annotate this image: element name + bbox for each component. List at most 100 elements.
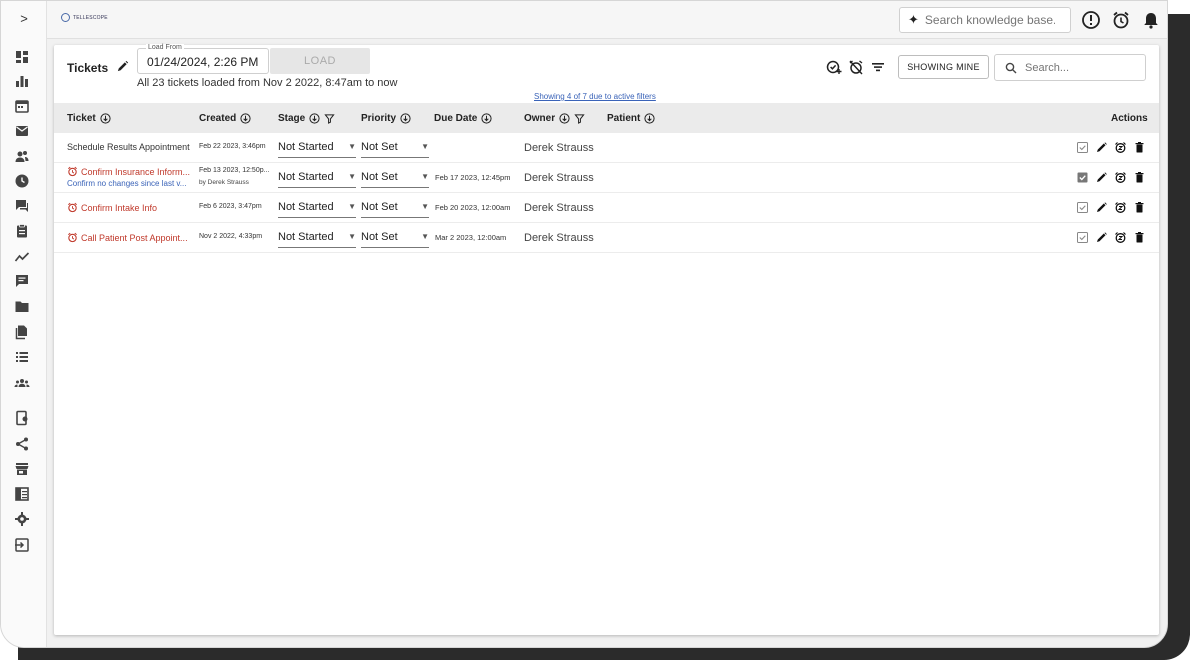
knowledge-base-input[interactable]: [924, 13, 1055, 27]
priority-select[interactable]: Not Set ▼: [361, 166, 429, 188]
col-ticket[interactable]: Ticket: [67, 113, 111, 124]
analytics-icon[interactable]: [14, 73, 30, 89]
priority-select[interactable]: Not Set ▼: [361, 226, 429, 248]
store-icon[interactable]: [14, 461, 30, 477]
mark-complete-icon[interactable]: [1076, 141, 1089, 154]
messages-icon[interactable]: [14, 273, 30, 289]
sort-icon[interactable]: [240, 113, 251, 124]
filter-list-icon[interactable]: [870, 59, 886, 75]
tickets-card: Tickets Load From 01/24/2024, 2:26 PM LO…: [54, 44, 1159, 635]
settings-icon[interactable]: [14, 511, 30, 527]
stage-select[interactable]: Not Started ▼: [278, 166, 356, 188]
ticket-title-text: Confirm Insurance Inform...: [81, 167, 191, 177]
snooze-alarm-icon[interactable]: [1114, 231, 1127, 244]
forms-icon[interactable]: [14, 223, 30, 239]
ticket-title[interactable]: Confirm Insurance Inform...: [67, 166, 197, 177]
logo-text: TELLESCOPE: [73, 14, 108, 21]
alert-icon[interactable]: [1081, 10, 1101, 30]
contacts-icon[interactable]: [14, 148, 30, 164]
folder-icon[interactable]: [14, 298, 30, 314]
col-priority-label: Priority: [361, 113, 397, 124]
sort-icon[interactable]: [644, 113, 655, 124]
tickets-clock-icon[interactable]: [14, 173, 30, 189]
owner-name[interactable]: Derek Strauss: [524, 202, 604, 214]
col-due-date[interactable]: Due Date: [434, 113, 492, 124]
mark-complete-icon[interactable]: [1076, 201, 1089, 214]
chevron-down-icon: ▼: [421, 172, 429, 181]
delete-trash-icon[interactable]: [1133, 171, 1146, 184]
ticket-title[interactable]: Call Patient Post Appoint...: [67, 232, 197, 243]
priority-select[interactable]: Not Set ▼: [361, 196, 429, 218]
filter-funnel-icon[interactable]: [574, 113, 585, 124]
owner-name[interactable]: Derek Strauss: [524, 232, 604, 244]
documents-icon[interactable]: [14, 324, 30, 340]
mark-complete-icon[interactable]: [1076, 231, 1089, 244]
col-stage[interactable]: Stage: [278, 113, 335, 124]
sort-icon[interactable]: [400, 113, 411, 124]
table-row[interactable]: Confirm Intake Info Feb 6 2023, 3:47pm Not…: [54, 193, 1159, 223]
calendar-icon[interactable]: [14, 98, 30, 114]
mark-complete-icon[interactable]: [1076, 171, 1089, 184]
filter-funnel-icon[interactable]: [324, 113, 335, 124]
table-row[interactable]: Confirm Insurance Inform... Confirm no ch…: [54, 163, 1159, 193]
edit-title-pencil-icon[interactable]: [116, 60, 129, 73]
edit-pencil-icon[interactable]: [1095, 231, 1108, 244]
sort-icon[interactable]: [309, 113, 320, 124]
dashboard-icon[interactable]: [14, 49, 30, 65]
expand-sidebar-icon[interactable]: >: [15, 9, 33, 29]
table-icon[interactable]: [14, 486, 30, 502]
owner-name[interactable]: Derek Strauss: [524, 142, 604, 154]
col-owner[interactable]: Owner: [524, 113, 585, 124]
chat-icon[interactable]: [14, 198, 30, 214]
notifications-bell-icon[interactable]: [1141, 10, 1161, 30]
groups-icon[interactable]: [14, 375, 30, 391]
priority-value: Not Set: [361, 230, 398, 243]
ticket-title[interactable]: Confirm Intake Info: [67, 202, 197, 213]
load-from-value[interactable]: 01/24/2024, 2:26 PM: [147, 55, 258, 69]
ticket-search[interactable]: [994, 54, 1146, 81]
email-icon[interactable]: [14, 123, 30, 139]
trend-icon[interactable]: [14, 249, 30, 265]
knowledge-base-search[interactable]: ✦: [899, 7, 1071, 33]
logout-icon[interactable]: [14, 537, 30, 553]
alarm-off-icon[interactable]: [848, 59, 864, 75]
sort-icon[interactable]: [559, 113, 570, 124]
showing-mine-button[interactable]: SHOWING MINE: [898, 55, 989, 79]
alarm-clock-icon[interactable]: [1111, 10, 1131, 30]
col-owner-label: Owner: [524, 113, 556, 124]
col-stage-label: Stage: [278, 113, 306, 124]
sort-icon[interactable]: [100, 113, 111, 124]
edit-pencil-icon[interactable]: [1095, 201, 1108, 214]
load-button[interactable]: LOAD: [270, 48, 370, 74]
col-created[interactable]: Created: [199, 113, 251, 124]
active-filters-link[interactable]: Showing 4 of 7 due to active filters: [534, 92, 656, 101]
stage-select[interactable]: Not Started ▼: [278, 196, 356, 218]
ticket-title-text: Confirm Intake Info: [81, 203, 158, 213]
priority-select[interactable]: Not Set ▼: [361, 136, 429, 158]
load-from-field[interactable]: Load From 01/24/2024, 2:26 PM: [137, 44, 269, 74]
delete-trash-icon[interactable]: [1133, 141, 1146, 154]
share-icon[interactable]: [14, 436, 30, 452]
snooze-alarm-icon[interactable]: [1114, 201, 1127, 214]
delete-trash-icon[interactable]: [1133, 231, 1146, 244]
app-logo[interactable]: TELLESCOPE: [61, 13, 108, 22]
edit-pencil-icon[interactable]: [1095, 141, 1108, 154]
table-row[interactable]: Schedule Results Appointment Feb 22 2023,…: [54, 133, 1159, 163]
table-row[interactable]: Call Patient Post Appoint... Nov 2 2022, …: [54, 223, 1159, 253]
delete-trash-icon[interactable]: [1133, 201, 1146, 214]
snooze-alarm-icon[interactable]: [1114, 141, 1127, 154]
stage-select[interactable]: Not Started ▼: [278, 136, 356, 158]
col-priority[interactable]: Priority: [361, 113, 411, 124]
list-icon[interactable]: [14, 349, 30, 365]
add-ticket-icon[interactable]: [826, 59, 842, 75]
row-actions: [1076, 231, 1146, 244]
stage-select[interactable]: Not Started ▼: [278, 226, 356, 248]
col-patient[interactable]: Patient: [607, 113, 655, 124]
owner-name[interactable]: Derek Strauss: [524, 172, 604, 184]
snooze-alarm-icon[interactable]: [1114, 171, 1127, 184]
ticket-title[interactable]: Schedule Results Appointment: [67, 142, 197, 152]
sort-icon[interactable]: [481, 113, 492, 124]
app-icon[interactable]: [14, 410, 30, 426]
edit-pencil-icon[interactable]: [1095, 171, 1108, 184]
search-input[interactable]: [1025, 61, 1135, 74]
